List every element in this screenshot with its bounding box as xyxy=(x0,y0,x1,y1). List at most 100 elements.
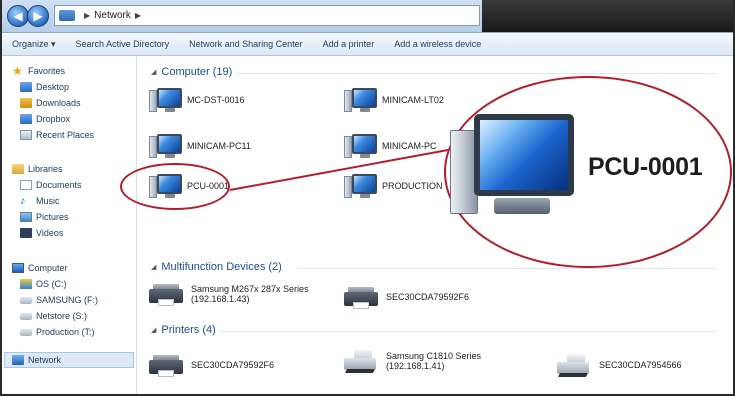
desktop-icon xyxy=(20,82,32,92)
callout-small-circle xyxy=(120,163,230,210)
collapse-icon: ◢ xyxy=(151,69,157,76)
collapse-icon: ◢ xyxy=(151,264,157,271)
nav-item-samsung-f[interactable]: SAMSUNG (F:) xyxy=(20,295,98,305)
multifunction-printer-icon xyxy=(344,284,380,310)
multifunction-printer-icon xyxy=(149,281,185,307)
computer-icon xyxy=(149,132,183,160)
address-bar-area: ◀ ▶ ▶ Network ▶ xyxy=(2,0,733,33)
back-button[interactable]: ◀ xyxy=(7,5,29,27)
computer-icon xyxy=(12,263,24,273)
explorer-window: ◀ ▶ ▶ Network ▶ Organize ▾ Search Active… xyxy=(0,0,735,396)
nav-item-label: Recent Places xyxy=(36,130,95,140)
documents-icon xyxy=(20,180,32,190)
collapse-icon: ◢ xyxy=(151,327,157,334)
computer-item-minicam-pc11[interactable]: MINICAM-PC11 xyxy=(149,132,251,160)
item-label: MINICAM-PC xyxy=(382,141,437,151)
dropbox-icon xyxy=(20,114,32,124)
nav-item-label: Downloads xyxy=(36,98,81,108)
add-printer-button[interactable]: Add a printer xyxy=(313,39,385,49)
nav-item-documents[interactable]: Documents xyxy=(20,180,82,190)
group-divider xyxy=(237,73,717,74)
computer-item-mc-dst-0016[interactable]: MC-DST-0016 xyxy=(149,86,245,114)
computer-icon xyxy=(344,172,378,200)
network-drive-icon xyxy=(20,312,32,320)
nav-item-label: Production (T:) xyxy=(36,327,95,337)
nav-item-videos[interactable]: Videos xyxy=(20,228,63,238)
network-icon xyxy=(12,355,24,365)
printer-icon xyxy=(344,348,380,374)
nav-item-dropbox[interactable]: Dropbox xyxy=(20,114,70,124)
music-icon: ♪ xyxy=(20,195,26,207)
address-bar[interactable]: ▶ Network ▶ xyxy=(54,5,480,26)
group-header-multifunction[interactable]: ◢ Multifunction Devices (2) xyxy=(151,261,282,273)
star-icon: ★ xyxy=(12,64,23,78)
nav-computer-label: Computer xyxy=(28,263,68,273)
nav-item-label: Pictures xyxy=(36,212,69,222)
nav-item-label: Documents xyxy=(36,180,82,190)
printer-icon xyxy=(557,352,593,378)
breadcrumb-network[interactable]: Network xyxy=(94,10,131,21)
item-sublabel: (192.168.1.41) xyxy=(386,361,445,371)
printer-item-samsung-c1810[interactable]: Samsung C1810 Series (192.168.1.41) xyxy=(344,348,481,374)
nav-item-label: Desktop xyxy=(36,82,70,92)
group-header-printers[interactable]: ◢ Printers (4) xyxy=(151,324,216,336)
group-label: Printers (4) xyxy=(161,324,216,336)
system-drive-icon xyxy=(20,279,32,289)
nav-item-production-t[interactable]: Production (T:) xyxy=(20,327,95,337)
nav-favorites-label: Favorites xyxy=(28,66,66,76)
organize-menu[interactable]: Organize ▾ xyxy=(2,39,66,50)
nav-computer[interactable]: Computer xyxy=(12,263,68,273)
printer-icon xyxy=(149,352,185,378)
nav-item-label: SAMSUNG (F:) xyxy=(36,295,98,305)
nav-item-os-c[interactable]: OS (C:) xyxy=(20,279,67,289)
nav-item-music[interactable]: ♪ Music xyxy=(20,195,60,207)
zoomed-computer-icon xyxy=(450,112,574,222)
nav-item-label: Music xyxy=(36,196,60,206)
breadcrumb-separator-icon[interactable]: ▶ xyxy=(84,11,90,20)
item-label: SEC30CDA7954566 xyxy=(599,360,682,370)
group-divider xyxy=(297,268,717,269)
callout-label: PCU-0001 xyxy=(588,153,703,181)
network-sharing-center-button[interactable]: Network and Sharing Center xyxy=(179,39,313,49)
search-active-directory-button[interactable]: Search Active Directory xyxy=(66,39,180,49)
computer-item-minicam-lt02[interactable]: MINICAM-LT02 xyxy=(344,86,444,114)
nav-item-desktop[interactable]: Desktop xyxy=(20,82,69,92)
item-text: Samsung C1810 Series (192.168.1.41) xyxy=(386,351,481,371)
computer-icon xyxy=(344,132,378,160)
breadcrumb-chevron-icon[interactable]: ▶ xyxy=(135,11,141,20)
group-divider xyxy=(219,331,717,332)
forward-button[interactable]: ▶ xyxy=(27,5,49,27)
device-item-sec30cda79592f6[interactable]: SEC30CDA79592F6 xyxy=(344,284,469,310)
printer-item-sec30cda79592f6[interactable]: SEC30CDA79592F6 xyxy=(149,352,274,378)
computer-icon xyxy=(149,86,183,114)
pictures-icon xyxy=(20,212,32,222)
add-wireless-device-button[interactable]: Add a wireless device xyxy=(384,39,491,49)
nav-item-netstore-s[interactable]: Netstore (S:) xyxy=(20,311,87,321)
item-label: PRODUCTION xyxy=(382,181,443,191)
title-area-background xyxy=(482,0,733,32)
nav-item-downloads[interactable]: Downloads xyxy=(20,98,81,108)
group-label: Multifunction Devices (2) xyxy=(161,261,282,273)
group-label: Computer (19) xyxy=(161,66,233,78)
computer-item-minicam-pc[interactable]: MINICAM-PC xyxy=(344,132,437,160)
nav-item-label: Videos xyxy=(36,228,64,238)
item-label: MC-DST-0016 xyxy=(187,95,245,105)
item-sublabel: (192.168.1.43) xyxy=(191,294,250,304)
device-item-samsung-m267x[interactable]: Samsung M267x 287x Series (192.168.1.43) xyxy=(149,281,309,307)
nav-item-label: OS (C:) xyxy=(36,279,67,289)
navigation-pane: ★ Favorites Desktop Downloads Dropbox Re… xyxy=(2,56,137,394)
nav-network[interactable]: Network xyxy=(12,355,61,365)
group-header-computer[interactable]: ◢ Computer (19) xyxy=(151,66,232,78)
item-label: SEC30CDA79592F6 xyxy=(386,292,470,302)
computer-item-production[interactable]: PRODUCTION xyxy=(344,172,443,200)
recent-places-icon xyxy=(20,130,32,140)
nav-favorites[interactable]: ★ Favorites xyxy=(12,64,66,78)
computer-icon xyxy=(344,86,378,114)
nav-item-pictures[interactable]: Pictures xyxy=(20,212,69,222)
nav-item-label: Netstore (S:) xyxy=(36,311,88,321)
nav-item-label: Dropbox xyxy=(36,114,71,124)
nav-libraries[interactable]: Libraries xyxy=(12,164,63,174)
nav-item-recent-places[interactable]: Recent Places xyxy=(20,130,94,140)
command-bar: Organize ▾ Search Active Directory Netwo… xyxy=(2,33,733,56)
printer-item-sec30cda7954566[interactable]: SEC30CDA7954566 xyxy=(557,352,682,378)
